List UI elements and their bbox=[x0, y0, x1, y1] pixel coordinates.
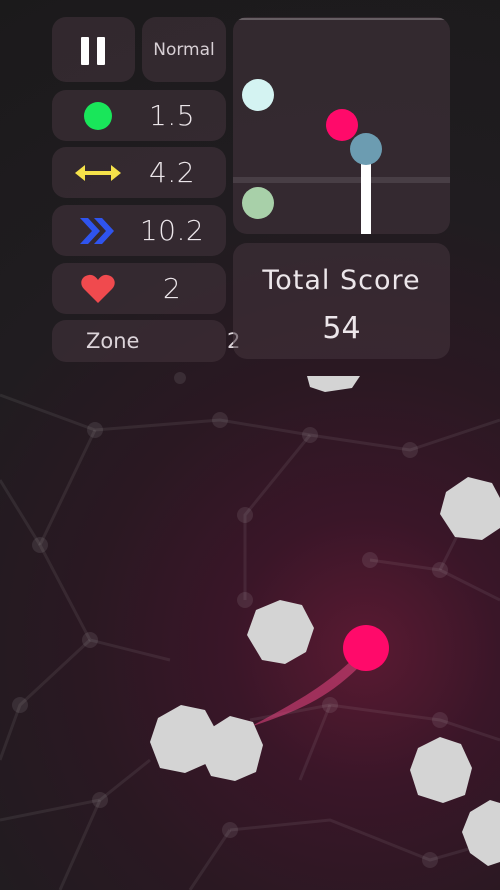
constellation-lines bbox=[0, 393, 500, 890]
difficulty-box: Normal bbox=[142, 17, 226, 82]
preview-orb-sage-green bbox=[242, 187, 274, 219]
stat-value-speed: 10.2 bbox=[139, 214, 205, 247]
score-title: Total Score bbox=[262, 265, 421, 296]
stat-value-width: 4.2 bbox=[148, 156, 196, 189]
rock bbox=[462, 800, 500, 866]
preview-panel bbox=[233, 17, 450, 234]
score-value: 54 bbox=[322, 311, 361, 346]
rocks bbox=[150, 376, 500, 866]
heart-icon bbox=[81, 274, 115, 304]
preview-orb-steel-blue bbox=[350, 133, 382, 165]
stat-value-lives: 2 bbox=[162, 272, 182, 305]
rock bbox=[247, 600, 314, 664]
game-stage[interactable]: Normal 1.5 4.2 10.2 2 Zone Total Score 5… bbox=[0, 0, 500, 890]
player-orb bbox=[343, 625, 389, 671]
stat-row-speed: 10.2 bbox=[52, 205, 226, 256]
zone-box: Zone 2 bbox=[52, 320, 240, 362]
rock bbox=[307, 376, 360, 392]
difficulty-label: Normal bbox=[153, 39, 215, 60]
stat-value-green: 1.5 bbox=[148, 99, 196, 132]
preview-orb-pink bbox=[326, 109, 358, 141]
pause-button[interactable] bbox=[52, 17, 135, 82]
preview-track bbox=[233, 177, 450, 183]
preview-canvas bbox=[233, 18, 450, 234]
preview-orb-light-cyan bbox=[242, 79, 274, 111]
stat-row-width: 4.2 bbox=[52, 147, 226, 198]
green-dot-icon bbox=[83, 101, 113, 131]
pause-icon bbox=[52, 17, 135, 82]
stat-row-green: 1.5 bbox=[52, 90, 226, 141]
stat-row-lives: 2 bbox=[52, 263, 226, 314]
score-panel: Total Score 54 bbox=[233, 243, 450, 359]
zone-label: Zone bbox=[86, 329, 140, 353]
preview-pillar bbox=[361, 157, 371, 234]
rock bbox=[440, 477, 500, 540]
double-chevron-icon bbox=[80, 216, 116, 246]
rock bbox=[410, 737, 472, 803]
